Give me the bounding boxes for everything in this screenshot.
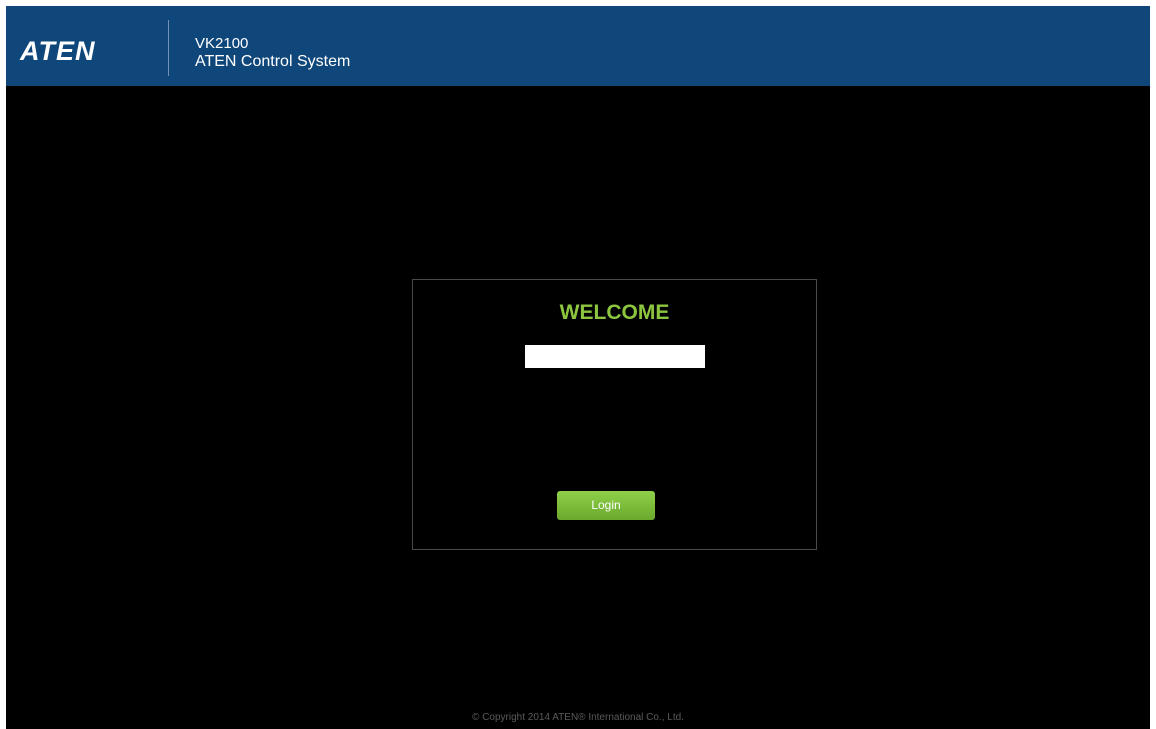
header-title-block: VK2100 ATEN Control System [195,35,350,71]
app-window: ATEN VK2100 ATEN Control System WELCOME … [6,6,1150,729]
username-input[interactable] [525,345,705,368]
model-name: VK2100 [195,35,249,52]
login-panel: WELCOME Login [412,279,817,550]
login-button[interactable]: Login [557,491,655,520]
welcome-heading: WELCOME [559,301,670,324]
header-bar: ATEN VK2100 ATEN Control System [6,6,1150,86]
product-name: ATEN Control System [195,53,351,70]
header-divider [168,20,169,76]
aten-logo: ATEN [20,36,96,66]
copyright-text: © Copyright 2014 ATEN® International Co.… [472,712,684,723]
